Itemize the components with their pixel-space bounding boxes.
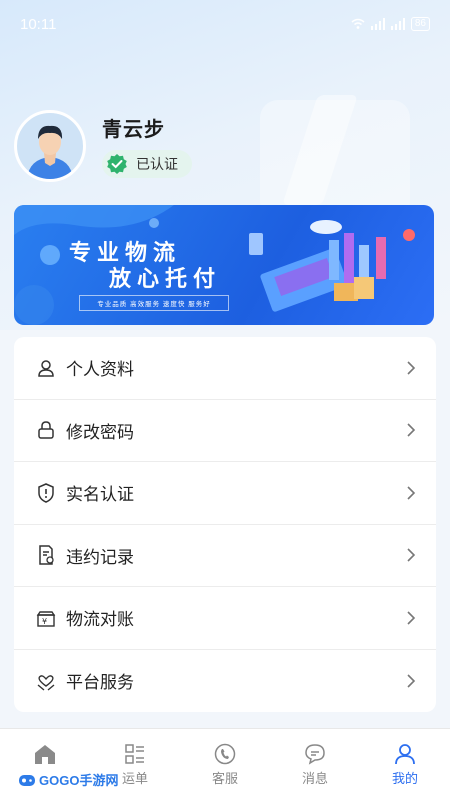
status-icons: 86 xyxy=(351,17,430,31)
lock-icon xyxy=(36,420,56,440)
wifi-icon xyxy=(351,18,365,29)
tab-messages[interactable]: 消息 xyxy=(270,729,360,800)
avatar[interactable] xyxy=(14,110,86,182)
menu-label: 平台服务 xyxy=(66,673,134,693)
banner-tagline: 专业品质 高效服务 速度快 服务好 xyxy=(79,295,229,311)
check-badge-icon xyxy=(107,153,127,174)
user-name: 青云步 xyxy=(102,118,165,141)
chevron-right-icon xyxy=(407,548,416,562)
profile-header[interactable]: 青云步 已认证 xyxy=(14,110,192,182)
heart-hand-icon xyxy=(36,671,56,691)
menu-item-change-password[interactable]: 修改密码 xyxy=(14,400,436,462)
settings-menu: 个人资料 修改密码 实名认证 违约记录 ¥ 物流对账 平台服务 xyxy=(14,337,436,712)
menu-item-profile[interactable]: 个人资料 xyxy=(14,337,436,400)
tab-home[interactable] xyxy=(0,729,90,800)
watermark-text: GOGO手游网 xyxy=(39,773,119,788)
menu-label: 个人资料 xyxy=(66,360,134,380)
menu-label: 实名认证 xyxy=(66,485,134,505)
tab-profile[interactable]: 我的 xyxy=(360,729,450,800)
tab-label: 客服 xyxy=(211,771,238,786)
document-icon xyxy=(36,545,56,565)
home-icon xyxy=(35,745,55,764)
menu-item-real-name-verification[interactable]: 实名认证 xyxy=(14,462,436,525)
watermark-logo: GOGO手游网 xyxy=(18,770,118,789)
message-icon xyxy=(305,744,325,765)
user-icon xyxy=(36,358,56,378)
menu-label: 修改密码 xyxy=(66,422,134,442)
ledger-icon: ¥ xyxy=(36,608,56,628)
promo-banner[interactable]: 专业物流 放心托付 专业品质 高效服务 速度快 服务好 xyxy=(14,205,434,325)
menu-item-violation-records[interactable]: 违约记录 xyxy=(14,525,436,587)
bottom-tab-bar: 运单 客服 消息 我的 xyxy=(0,728,450,800)
tab-orders[interactable]: 运单 xyxy=(90,729,180,800)
status-bar: 10:11 86 xyxy=(0,0,450,48)
gamepad-icon xyxy=(19,774,35,786)
profile-icon xyxy=(395,744,415,765)
menu-label: 物流对账 xyxy=(66,610,134,630)
chevron-right-icon xyxy=(407,674,416,688)
chevron-right-icon xyxy=(407,423,416,437)
shield-icon xyxy=(36,482,56,503)
chevron-right-icon xyxy=(407,486,416,500)
verified-badge: 已认证 xyxy=(102,149,192,178)
menu-item-platform-services[interactable]: 平台服务 xyxy=(14,650,436,713)
tab-label: 运单 xyxy=(121,771,148,786)
menu-item-logistics-reconciliation[interactable]: ¥ 物流对账 xyxy=(14,587,436,650)
tab-customer-service[interactable]: 客服 xyxy=(180,729,270,800)
battery-icon: 86 xyxy=(410,17,430,31)
chevron-right-icon xyxy=(407,361,416,375)
service-icon xyxy=(214,743,236,765)
orders-icon xyxy=(125,744,144,764)
verified-label: 已认证 xyxy=(136,155,178,172)
svg-text:¥: ¥ xyxy=(42,617,47,626)
signal-icon xyxy=(370,18,385,30)
banner-title-line2: 放心托付 xyxy=(109,266,222,291)
tab-label: 消息 xyxy=(301,771,328,786)
signal-icon xyxy=(390,18,405,30)
status-time: 10:11 xyxy=(20,15,57,33)
chevron-right-icon xyxy=(407,611,416,625)
tab-label: 我的 xyxy=(391,771,418,786)
menu-label: 违约记录 xyxy=(66,547,134,567)
